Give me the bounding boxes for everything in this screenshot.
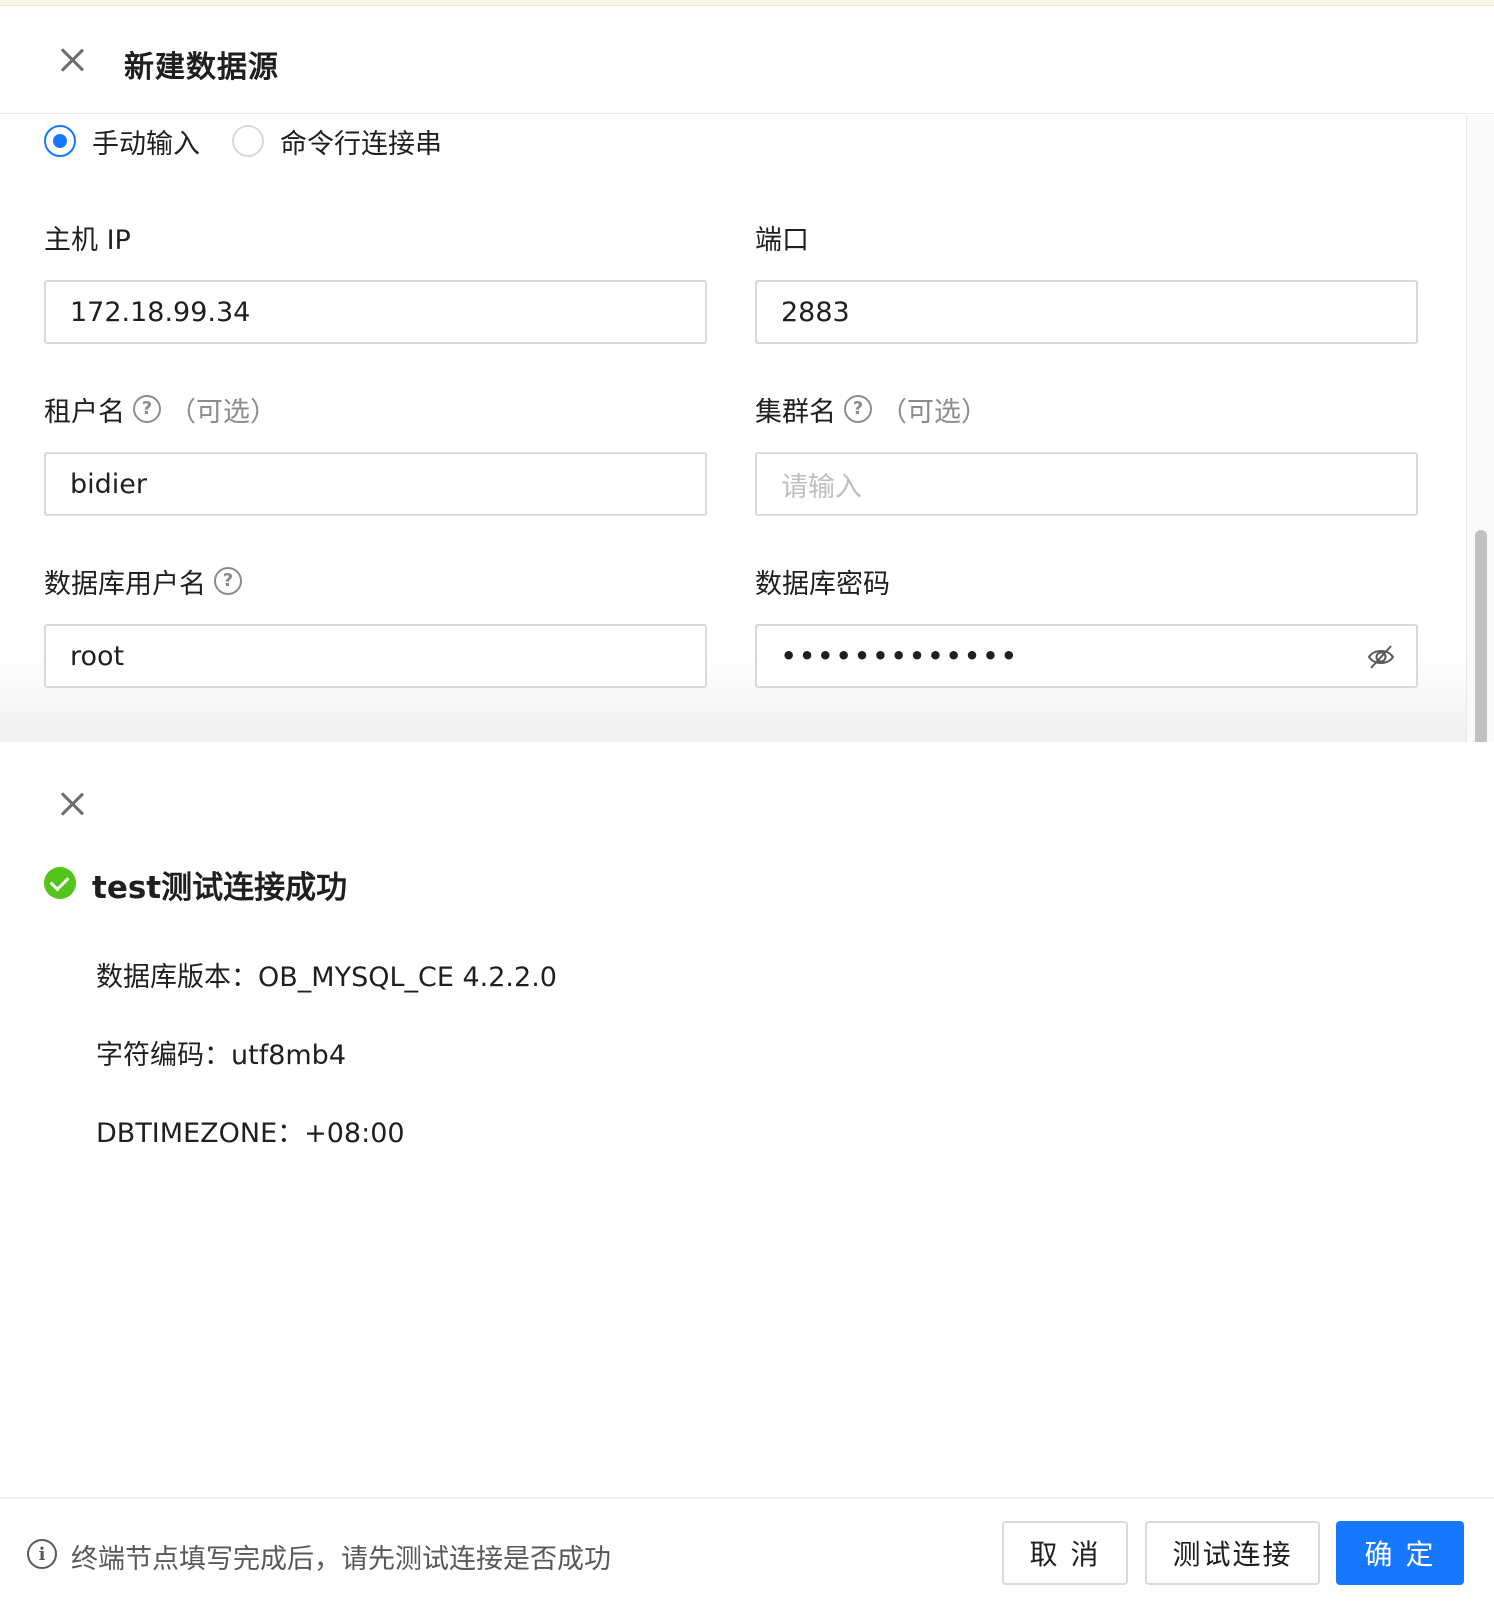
- port-input[interactable]: 2883: [755, 280, 1418, 344]
- tenant-optional-hint: （可选）: [169, 396, 277, 428]
- host-input[interactable]: 172.18.99.34: [44, 280, 707, 344]
- check-circle-icon: [44, 867, 76, 899]
- db-password-label-text: 数据库密码: [755, 568, 890, 600]
- drawer-footer: i 终端节点填写完成后，请先测试连接是否成功 取 消 测试连接 确 定: [0, 1497, 1494, 1602]
- db-user-label-text: 数据库用户名: [44, 568, 206, 600]
- page-title: 新建数据源: [124, 50, 279, 85]
- db-user-label: 数据库用户名 ?: [44, 563, 242, 600]
- port-label: 端口: [755, 219, 809, 256]
- close-icon[interactable]: [59, 47, 85, 73]
- tenant-input[interactable]: bidier: [44, 452, 707, 516]
- charset-line: 字符编码：utf8mb4: [96, 1040, 347, 1071]
- radio-command-line[interactable]: [232, 125, 264, 157]
- db-password-value: •••••••••••••: [781, 642, 1020, 670]
- port-value: 2883: [781, 296, 850, 328]
- test-connection-button[interactable]: 测试连接: [1145, 1521, 1320, 1585]
- info-circle-icon: i: [27, 1539, 57, 1569]
- tenant-label-text: 租户名: [44, 396, 125, 428]
- radio-manual-input[interactable]: [44, 125, 76, 157]
- footer-tip: 终端节点填写完成后，请先测试连接是否成功: [71, 1544, 611, 1575]
- db-user-value: root: [70, 640, 125, 672]
- scrollbar-thumb[interactable]: [1475, 530, 1487, 742]
- connection-result-panel: test测试连接成功 数据库版本：OB_MYSQL_CE 4.2.2.0 字符编…: [0, 742, 1494, 1497]
- question-circle-icon[interactable]: ?: [844, 395, 872, 423]
- result-title: test测试连接成功: [92, 870, 348, 906]
- db-password-input[interactable]: •••••••••••••: [755, 624, 1418, 688]
- cancel-button[interactable]: 取 消: [1002, 1521, 1128, 1585]
- cluster-input[interactable]: 请输入: [755, 452, 1418, 516]
- tenant-value: bidier: [70, 468, 147, 500]
- port-label-text: 端口: [755, 224, 809, 256]
- eye-invisible-icon[interactable]: [1366, 642, 1396, 672]
- host-value: 172.18.99.34: [70, 296, 251, 328]
- input-mode-radio-group: 手动输入 命令行连接串: [44, 122, 474, 161]
- close-icon[interactable]: [59, 791, 85, 817]
- cluster-placeholder: 请输入: [781, 471, 862, 503]
- cluster-label: 集群名 ? （可选）: [755, 391, 988, 428]
- db-user-input[interactable]: root: [44, 624, 707, 688]
- db-version-line: 数据库版本：OB_MYSQL_CE 4.2.2.0: [96, 962, 557, 993]
- tenant-label: 租户名 ? （可选）: [44, 391, 277, 428]
- drawer-header: 新建数据源: [0, 6, 1494, 114]
- timezone-line: DBTIMEZONE：+08:00: [96, 1118, 405, 1149]
- db-password-label: 数据库密码: [755, 563, 890, 600]
- radio-command-line-label[interactable]: 命令行连接串: [280, 122, 442, 161]
- radio-manual-input-label[interactable]: 手动输入: [92, 122, 200, 161]
- host-label-text: 主机 IP: [44, 224, 131, 256]
- datasource-form: 手动输入 命令行连接串 主机 IP 172.18.99.34 端口 2883 租…: [0, 115, 1494, 742]
- cluster-label-text: 集群名: [755, 396, 836, 428]
- question-circle-icon[interactable]: ?: [133, 395, 161, 423]
- cluster-optional-hint: （可选）: [880, 396, 988, 428]
- confirm-button[interactable]: 确 定: [1336, 1521, 1464, 1585]
- host-label: 主机 IP: [44, 219, 131, 256]
- question-circle-icon[interactable]: ?: [214, 567, 242, 595]
